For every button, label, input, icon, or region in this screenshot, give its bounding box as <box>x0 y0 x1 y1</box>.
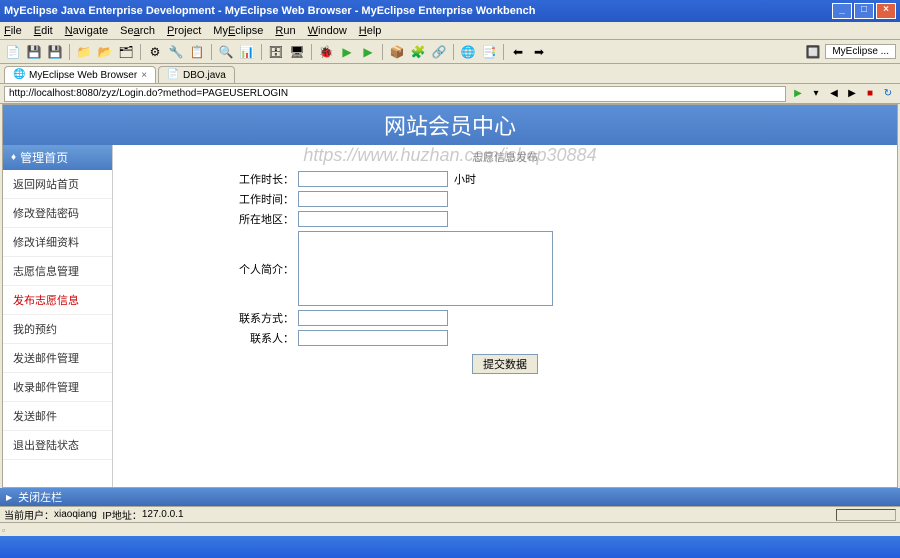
contact-label: 联系方式： <box>133 310 298 326</box>
back-icon[interactable]: ⬅ <box>509 43 527 61</box>
intro-textarea[interactable] <box>298 231 553 306</box>
tab-dbo-label: DBO.java <box>183 70 226 81</box>
area-input[interactable] <box>298 211 448 227</box>
menu-help[interactable]: Help <box>359 25 382 37</box>
tool-icon-2[interactable]: 📂 <box>96 43 114 61</box>
form-title: 志愿信息发布 <box>133 149 877 165</box>
tool-icon-7[interactable]: 📊 <box>238 43 256 61</box>
tool-icon-8[interactable]: 📦 <box>388 43 406 61</box>
status-ip-label: IP地址： <box>102 507 141 522</box>
tab-dbo[interactable]: 📄 DBO.java <box>158 66 235 83</box>
maximize-button[interactable]: □ <box>854 3 874 19</box>
form-panel: 志愿信息发布 工作时长： 小时 工作时间： 所在地区： 个人简介： 联系方式： <box>113 145 897 488</box>
tool-icon-4[interactable]: ⚙ <box>146 43 164 61</box>
menu-project[interactable]: Project <box>167 25 201 37</box>
nav-stop-icon[interactable]: ■ <box>862 86 878 102</box>
sidebar-item-home[interactable]: 返回网站首页 <box>3 170 112 199</box>
sidebar-nav: 管理首页 返回网站首页 修改登陆密码 修改详细资料 志愿信息管理 发布志愿信息 … <box>3 145 113 488</box>
work-time-label: 工作时间： <box>133 191 298 207</box>
java-file-icon: 📄 <box>167 69 179 81</box>
tool-icon-1[interactable]: 📁 <box>75 43 93 61</box>
menu-window[interactable]: Window <box>308 25 347 37</box>
menu-file[interactable]: File <box>4 25 22 37</box>
nav-go-icon[interactable]: ▶ <box>790 86 806 102</box>
tool-icon-11[interactable]: 🌐 <box>459 43 477 61</box>
status-box <box>836 509 896 521</box>
status-user-label: 当前用户： <box>4 507 54 522</box>
editor-tabs: 🌐 MyEclipse Web Browser × 📄 DBO.java <box>0 64 900 84</box>
windows-taskbar <box>0 536 900 558</box>
page-title: 网站会员中心 <box>384 109 516 141</box>
close-button[interactable]: × <box>876 3 896 19</box>
person-input[interactable] <box>298 330 448 346</box>
tool-icon-6[interactable]: 📋 <box>188 43 206 61</box>
menu-bar: File Edit Navigate Search Project MyEcli… <box>0 22 900 40</box>
save-all-icon[interactable]: 💾 <box>46 43 64 61</box>
ide-progress-bar: ▫ <box>0 522 900 536</box>
sidebar-item-sendmail[interactable]: 发送邮件 <box>3 402 112 431</box>
person-label: 联系人： <box>133 330 298 346</box>
search-icon[interactable]: 🔍 <box>217 43 235 61</box>
work-len-unit: 小时 <box>454 171 476 187</box>
browser-viewport: 网站会员中心 https://www.huzhan.com/ishop30884… <box>2 104 898 488</box>
main-toolbar: 📄 💾 💾 📁 📂 🗂 ⚙ 🔧 📋 🔍 📊 🗄 🖥 🐞 ▶ ▶ 📦 🧩 🔗 🌐 … <box>0 40 900 64</box>
sidebar-item-profile[interactable]: 修改详细资料 <box>3 228 112 257</box>
nav-back-icon[interactable]: ◀ <box>826 86 842 102</box>
window-title: MyEclipse Java Enterprise Development - … <box>4 5 830 17</box>
status-ip: 127.0.0.1 <box>142 509 184 520</box>
close-left-bar[interactable]: 关闭左栏 <box>0 488 900 506</box>
work-len-label: 工作时长： <box>133 171 298 187</box>
url-input[interactable] <box>4 86 786 102</box>
nav-refresh-icon[interactable]: ↻ <box>880 86 896 102</box>
forward-icon[interactable]: ➡ <box>530 43 548 61</box>
tool-icon-3[interactable]: 🗂 <box>117 43 135 61</box>
nav-dropdown-icon[interactable]: ▾ <box>808 86 824 102</box>
contact-input[interactable] <box>298 310 448 326</box>
new-icon[interactable]: 📄 <box>4 43 22 61</box>
tab-close-icon[interactable]: × <box>141 70 147 81</box>
status-bar: 当前用户： xiaoqiang IP地址： 127.0.0.1 <box>0 506 900 522</box>
runext-icon[interactable]: ▶ <box>359 43 377 61</box>
page-header: 网站会员中心 <box>3 105 897 145</box>
sidebar-item-recvmail-mgmt[interactable]: 收录邮件管理 <box>3 373 112 402</box>
perspective-label[interactable]: MyEclipse ... <box>825 44 896 59</box>
sidebar-item-publish-volunteer[interactable]: 发布志愿信息 <box>3 286 112 315</box>
save-icon[interactable]: 💾 <box>25 43 43 61</box>
tool-icon-5[interactable]: 🔧 <box>167 43 185 61</box>
tool-icon-10[interactable]: 🔗 <box>430 43 448 61</box>
area-label: 所在地区： <box>133 211 298 227</box>
debug-icon[interactable]: 🐞 <box>317 43 335 61</box>
server-icon[interactable]: 🖥 <box>288 43 306 61</box>
minimize-button[interactable]: _ <box>832 3 852 19</box>
sidebar-item-reservation[interactable]: 我的预约 <box>3 315 112 344</box>
sidebar-header: 管理首页 <box>3 145 112 170</box>
menu-run[interactable]: Run <box>275 25 295 37</box>
intro-label: 个人简介： <box>133 231 298 277</box>
menu-edit[interactable]: Edit <box>34 25 53 37</box>
nav-forward-icon[interactable]: ▶ <box>844 86 860 102</box>
work-time-input[interactable] <box>298 191 448 207</box>
sidebar-item-password[interactable]: 修改登陆密码 <box>3 199 112 228</box>
close-left-label: 关闭左栏 <box>18 489 62 505</box>
window-titlebar: MyEclipse Java Enterprise Development - … <box>0 0 900 22</box>
progress-icon: ▫ <box>2 525 5 535</box>
tool-icon-9[interactable]: 🧩 <box>409 43 427 61</box>
tab-browser-label: MyEclipse Web Browser <box>29 70 137 81</box>
tool-icon-12[interactable]: 📑 <box>480 43 498 61</box>
work-len-input[interactable] <box>298 171 448 187</box>
tab-browser[interactable]: 🌐 MyEclipse Web Browser × <box>4 66 156 83</box>
submit-button[interactable]: 提交数据 <box>472 354 538 374</box>
perspective-switcher-icon[interactable]: 🔲 <box>804 43 822 61</box>
run-icon[interactable]: ▶ <box>338 43 356 61</box>
menu-navigate[interactable]: Navigate <box>65 25 108 37</box>
deploy-icon[interactable]: 🗄 <box>267 43 285 61</box>
status-user: xiaoqiang <box>54 509 97 520</box>
sidebar-item-volunteer-mgmt[interactable]: 志愿信息管理 <box>3 257 112 286</box>
globe-icon: 🌐 <box>13 69 25 81</box>
sidebar-item-sendmail-mgmt[interactable]: 发送邮件管理 <box>3 344 112 373</box>
browser-address-bar: ▶ ▾ ◀ ▶ ■ ↻ <box>0 84 900 104</box>
menu-myeclipse[interactable]: MyEclipse <box>213 25 263 37</box>
menu-search[interactable]: Search <box>120 25 155 37</box>
sidebar-item-logout[interactable]: 退出登陆状态 <box>3 431 112 460</box>
